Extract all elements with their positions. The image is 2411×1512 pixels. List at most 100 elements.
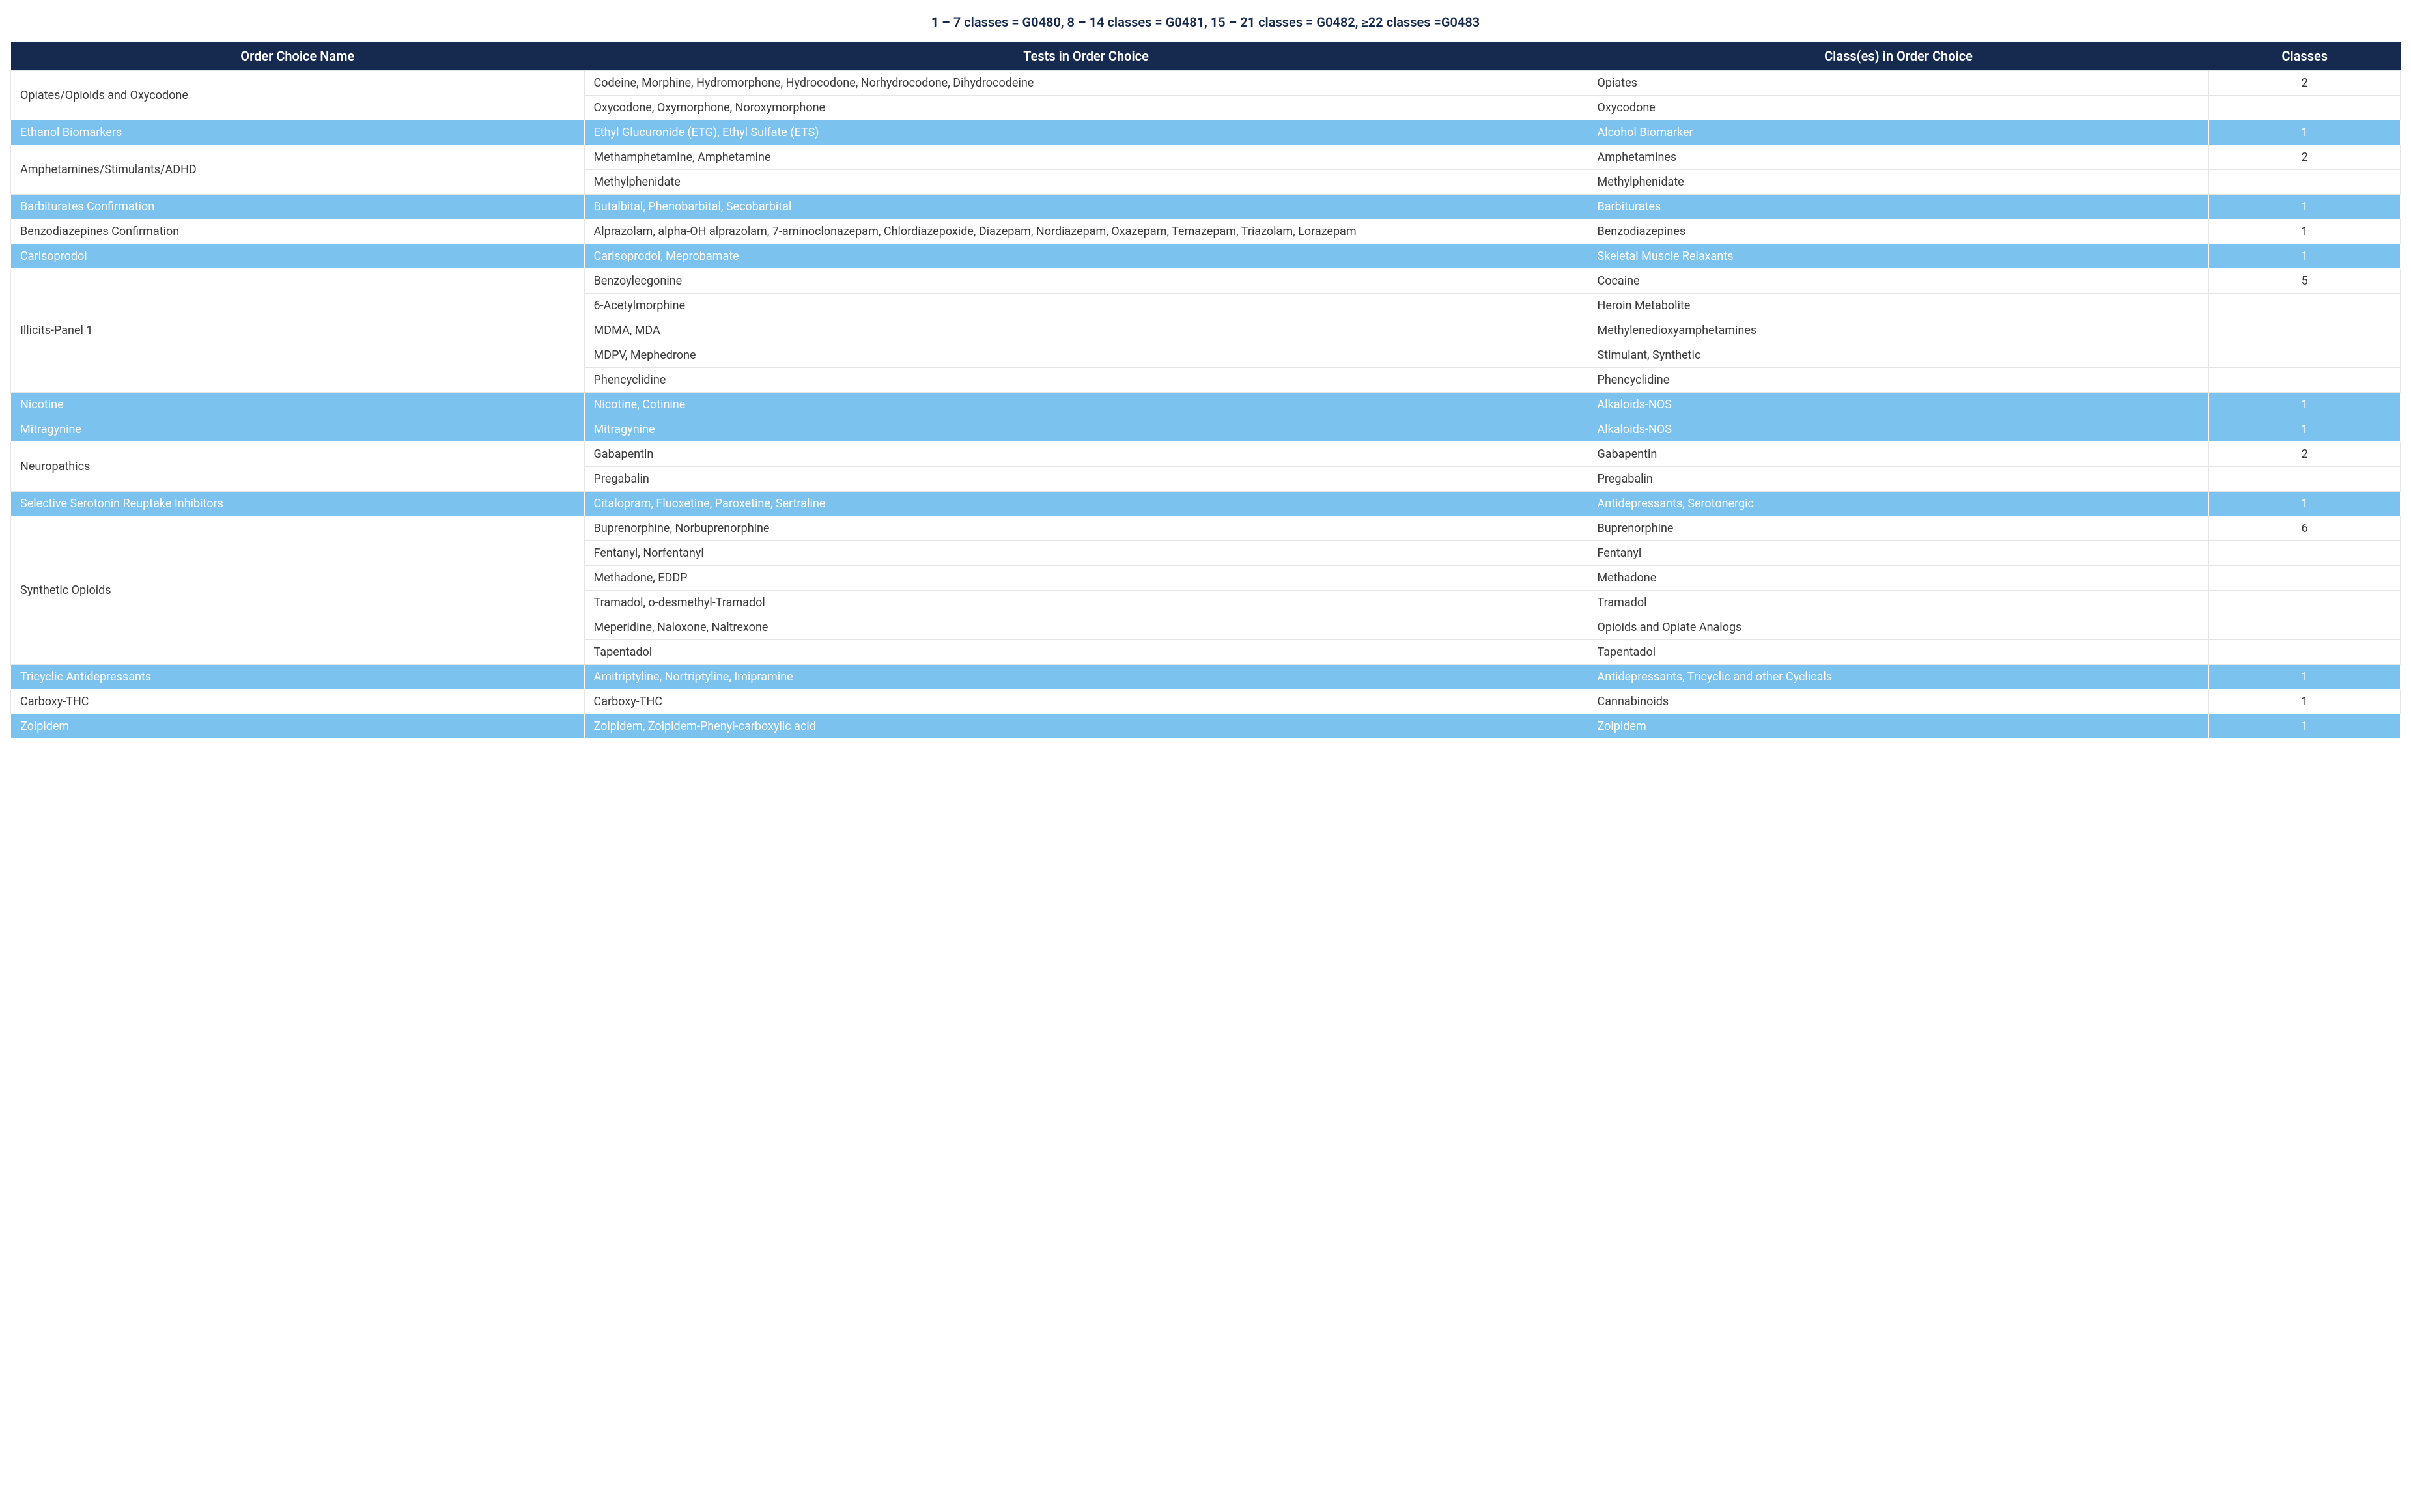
table-caption: 1 – 7 classes = G0480, 8 – 14 classes = …	[10, 14, 2401, 30]
table-row: Amphetamines/Stimulants/ADHDMethamphetam…	[11, 145, 2401, 170]
cell-order-choice-name: Tricyclic Antidepressants	[11, 665, 585, 690]
cell-class: Methylphenidate	[1588, 170, 2209, 195]
cell-classes-count	[2209, 170, 2401, 195]
table-row: CarisoprodolCarisoprodol, MeprobamateSke…	[11, 244, 2401, 269]
cell-classes-count: 1	[2209, 714, 2401, 739]
cell-class: Barbiturates	[1588, 195, 2209, 219]
cell-tests: Meperidine, Naloxone, Naltrexone	[584, 615, 1588, 640]
cell-class: Methylenedioxyamphetamines	[1588, 318, 2209, 343]
cell-classes-count: 1	[2209, 219, 2401, 244]
table-row: Tricyclic AntidepressantsAmitriptyline, …	[11, 665, 2401, 690]
cell-order-choice-name: Benzodiazepines Confirmation	[11, 219, 585, 244]
cell-tests: Codeine, Morphine, Hydromorphone, Hydroc…	[584, 71, 1588, 96]
cell-classes-count: 1	[2209, 492, 2401, 516]
cell-tests: Amitriptyline, Nortriptyline, Imipramine	[584, 665, 1588, 690]
cell-class: Buprenorphine	[1588, 516, 2209, 541]
cell-order-choice-name: Neuropathics	[11, 442, 585, 492]
cell-class: Antidepressants, Serotonergic	[1588, 492, 2209, 516]
col-classes-in-order-choice: Class(es) in Order Choice	[1588, 42, 2209, 71]
cell-tests: Benzoylecgonine	[584, 269, 1588, 294]
cell-classes-count	[2209, 96, 2401, 120]
cell-class: Oxycodone	[1588, 96, 2209, 120]
cell-tests: Oxycodone, Oxymorphone, Noroxymorphone	[584, 96, 1588, 120]
cell-classes-count: 1	[2209, 244, 2401, 269]
cell-tests: Pregabalin	[584, 467, 1588, 492]
cell-class: Tapentadol	[1588, 640, 2209, 665]
cell-tests: Buprenorphine, Norbuprenorphine	[584, 516, 1588, 541]
cell-classes-count: 1	[2209, 195, 2401, 219]
cell-class: Gabapentin	[1588, 442, 2209, 467]
cell-tests: MDPV, Mephedrone	[584, 343, 1588, 368]
cell-class: Antidepressants, Tricyclic and other Cyc…	[1588, 665, 2209, 690]
cell-classes-count	[2209, 368, 2401, 393]
cell-class: Benzodiazepines	[1588, 219, 2209, 244]
cell-class: Amphetamines	[1588, 145, 2209, 170]
cell-order-choice-name: Ethanol Biomarkers	[11, 120, 585, 145]
cell-order-choice-name: Selective Serotonin Reuptake Inhibitors	[11, 492, 585, 516]
cell-class: Tramadol	[1588, 591, 2209, 615]
table-row: Benzodiazepines ConfirmationAlprazolam, …	[11, 219, 2401, 244]
cell-tests: Methamphetamine, Amphetamine	[584, 145, 1588, 170]
cell-classes-count	[2209, 591, 2401, 615]
cell-order-choice-name: Illicits-Panel 1	[11, 269, 585, 393]
table-row: NeuropathicsGabapentinGabapentin2	[11, 442, 2401, 467]
table-header-row: Order Choice Name Tests in Order Choice …	[11, 42, 2401, 71]
cell-classes-count	[2209, 640, 2401, 665]
cell-class: Zolpidem	[1588, 714, 2209, 739]
cell-class: Phencyclidine	[1588, 368, 2209, 393]
cell-tests: Nicotine, Cotinine	[584, 393, 1588, 417]
order-choice-table: Order Choice Name Tests in Order Choice …	[10, 42, 2401, 739]
cell-tests: 6-Acetylmorphine	[584, 294, 1588, 318]
cell-classes-count: 1	[2209, 120, 2401, 145]
cell-tests: Zolpidem, Zolpidem-Phenyl-carboxylic aci…	[584, 714, 1588, 739]
cell-classes-count	[2209, 343, 2401, 368]
cell-tests: Gabapentin	[584, 442, 1588, 467]
cell-class: Heroin Metabolite	[1588, 294, 2209, 318]
cell-order-choice-name: Nicotine	[11, 393, 585, 417]
cell-tests: Methylphenidate	[584, 170, 1588, 195]
cell-tests: Tramadol, o-desmethyl-Tramadol	[584, 591, 1588, 615]
col-tests-in-order-choice: Tests in Order Choice	[584, 42, 1588, 71]
cell-tests: MDMA, MDA	[584, 318, 1588, 343]
cell-classes-count: 2	[2209, 71, 2401, 96]
cell-order-choice-name: Mitragynine	[11, 417, 585, 442]
cell-tests: Ethyl Glucuronide (ETG), Ethyl Sulfate (…	[584, 120, 1588, 145]
cell-class: Cocaine	[1588, 269, 2209, 294]
table-row: Ethanol BiomarkersEthyl Glucuronide (ETG…	[11, 120, 2401, 145]
cell-tests: Alprazolam, alpha-OH alprazolam, 7-amino…	[584, 219, 1588, 244]
cell-class: Alkaloids-NOS	[1588, 393, 2209, 417]
cell-class: Opiates	[1588, 71, 2209, 96]
cell-classes-count	[2209, 566, 2401, 591]
table-row: Synthetic OpioidsBuprenorphine, Norbupre…	[11, 516, 2401, 541]
cell-classes-count: 1	[2209, 690, 2401, 714]
cell-class: Stimulant, Synthetic	[1588, 343, 2209, 368]
cell-order-choice-name: Carboxy-THC	[11, 690, 585, 714]
col-order-choice-name: Order Choice Name	[11, 42, 585, 71]
cell-tests: Carisoprodol, Meprobamate	[584, 244, 1588, 269]
cell-classes-count: 2	[2209, 442, 2401, 467]
cell-class: Opioids and Opiate Analogs	[1588, 615, 2209, 640]
cell-class: Methadone	[1588, 566, 2209, 591]
cell-tests: Butalbital, Phenobarbital, Secobarbital	[584, 195, 1588, 219]
cell-class: Pregabalin	[1588, 467, 2209, 492]
cell-order-choice-name: Opiates/Opioids and Oxycodone	[11, 71, 585, 120]
cell-classes-count	[2209, 541, 2401, 566]
cell-class: Cannabinoids	[1588, 690, 2209, 714]
cell-tests: Phencyclidine	[584, 368, 1588, 393]
table-row: Opiates/Opioids and OxycodoneCodeine, Mo…	[11, 71, 2401, 96]
cell-classes-count: 5	[2209, 269, 2401, 294]
cell-class: Alcohol Biomarker	[1588, 120, 2209, 145]
cell-tests: Carboxy-THC	[584, 690, 1588, 714]
cell-classes-count	[2209, 615, 2401, 640]
cell-classes-count: 2	[2209, 145, 2401, 170]
table-row: Carboxy-THCCarboxy-THCCannabinoids1	[11, 690, 2401, 714]
cell-classes-count: 1	[2209, 665, 2401, 690]
table-row: Barbiturates ConfirmationButalbital, Phe…	[11, 195, 2401, 219]
cell-tests: Mitragynine	[584, 417, 1588, 442]
cell-order-choice-name: Synthetic Opioids	[11, 516, 585, 665]
cell-class: Alkaloids-NOS	[1588, 417, 2209, 442]
cell-classes-count	[2209, 318, 2401, 343]
cell-order-choice-name: Amphetamines/Stimulants/ADHD	[11, 145, 585, 195]
table-row: NicotineNicotine, CotinineAlkaloids-NOS1	[11, 393, 2401, 417]
cell-tests: Methadone, EDDP	[584, 566, 1588, 591]
